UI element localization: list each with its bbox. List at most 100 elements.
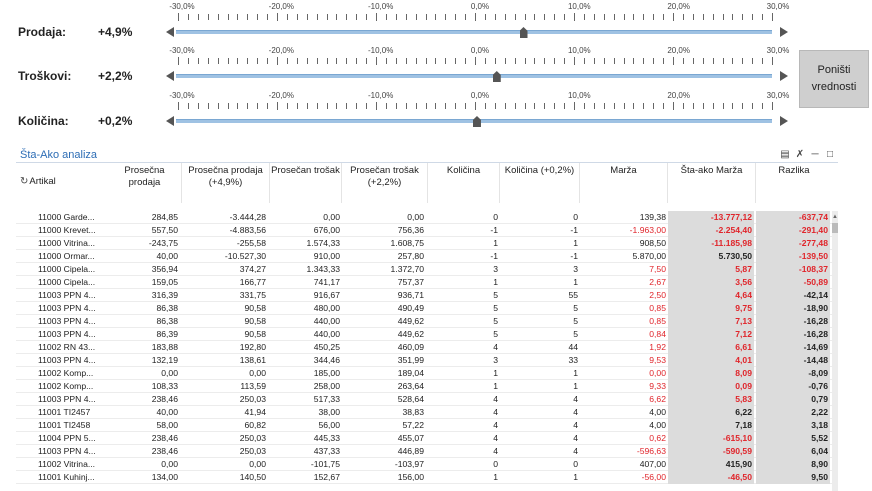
tick-mark [257,103,259,109]
tick-label: -10,0% [367,91,394,100]
tick-mark [197,103,199,109]
slider-thumb[interactable] [472,116,481,127]
column-header-difference[interactable]: Razlika [756,163,832,203]
tick-mark [524,58,526,64]
table-cell: 1 [493,472,498,482]
table-row[interactable]: 11001 TI2457 40,00 41,94 38,00 38,83 4 4 4,00 6,… [16,406,838,419]
table-row[interactable]: 11000 Cipela... 356,94 374,27 1.343,33 1.372… [16,263,838,276]
table-row[interactable]: 11003 PPN 4... 316,39 331,75 916,67 936,71 5 5… [16,289,838,302]
table-cell: 44 [568,342,578,352]
table-cell: 0,09 [668,380,754,393]
column-header-margin[interactable]: Marža [580,163,668,203]
table-cell: 528,64 [397,394,424,404]
slider-row-prodaja: Prodaja: +4,9% -30,0% -20,0% -10,0% 0,0% 10,… [0,0,790,40]
table-cell: 257,80 [397,251,424,261]
table-row[interactable]: 11003 PPN 4... 86,38 90,58 440,00 449,62 5 5 0,… [16,315,838,328]
minimize-icon[interactable]: ─ [809,149,821,160]
arrow-right-icon[interactable] [780,71,788,81]
table-cell: 0,85 [649,316,666,326]
arrow-right-icon[interactable] [780,27,788,37]
table-cell: 0 [573,212,578,222]
table-cell: 38,83 [402,407,424,417]
cell-artikal: 11003 PPN 4... [38,303,96,313]
table-row[interactable]: 11003 PPN 4... 132,19 138,61 344,46 351,99 3 3… [16,354,838,367]
table-row[interactable]: 11003 PPN 4... 86,38 90,58 480,00 490,49 5 5 0,… [16,302,838,315]
column-header-avg-sales-adj[interactable]: Prosečna prodaja (+4,9%) [182,163,270,203]
table-cell: -11.185,98 [668,237,754,250]
table-cell: -291,40 [756,224,830,237]
slider-thumb[interactable] [519,27,528,38]
table-row[interactable]: 11002 Komp... 0,00 0,00 185,00 189,04 1 1 0,00 8… [16,367,838,380]
table-cell: 4 [573,433,578,443]
column-header-quantity[interactable]: Količina [428,163,500,203]
tick-mark [712,103,714,109]
table-cell: 0 [573,459,578,469]
table-row[interactable]: 11003 PPN 4... 238,46 250,03 437,33 446,89 4 4… [16,445,838,458]
tick-mark [524,14,526,20]
tick-label: 20,0% [667,91,690,100]
clear-selection-icon[interactable]: ✗ [794,149,806,160]
table-cell: 3 [493,355,498,365]
table-row[interactable]: 11000 Cipela... 159,05 166,77 741,17 757,37 1… [16,276,838,289]
tick-mark [653,14,655,20]
arrow-left-icon[interactable] [166,116,174,126]
reset-values-button[interactable]: Poništi vrednosti [799,50,869,108]
tick-mark [296,14,298,20]
cell-artikal: 11003 PPN 4... [38,394,96,404]
refresh-icon[interactable]: ↻ [20,176,28,187]
tick-mark [633,14,635,20]
scrollbar-thumb[interactable] [832,223,838,233]
tick-mark [613,14,615,20]
cell-artikal: 11002 Vitrina... [38,459,96,469]
table-cell: 5 [493,290,498,300]
tick-mark [583,58,585,64]
table-cell: 9,33 [649,381,666,391]
table-row[interactable]: 11000 Garde... 284,85 -3.444,28 0,00 0,00 0 0 1… [16,211,838,224]
arrow-right-icon[interactable] [780,116,788,126]
table-row[interactable]: 11000 Vitrina... -243,75 -255,58 1.574,33 1.… [16,237,838,250]
tick-label: -10,0% [367,2,394,11]
arrow-left-icon[interactable] [166,71,174,81]
cell-artikal: 11003 PPN 4... [38,290,96,300]
arrow-left-icon[interactable] [166,27,174,37]
tick-mark [514,103,516,109]
tick-mark [623,58,625,64]
table-cell: -46,50 [668,471,754,484]
table-cell: 449,62 [397,329,424,339]
slider-track[interactable] [176,74,772,78]
slider-thumb[interactable] [492,71,501,82]
table-row[interactable]: 11000 Krevet... 557,50 -4.883,56 676,00 756,… [16,224,838,237]
table-row[interactable]: 11003 PPN 4... 238,46 250,03 517,33 528,64 4 4… [16,393,838,406]
column-header-artikal[interactable]: ↻Artikal [20,176,56,187]
table-row[interactable]: 11002 RN 43... 183,88 192,80 450,25 460,09 4 4… [16,341,838,354]
column-header-avg-cost[interactable]: Prosečan trošak [270,163,342,203]
tick-mark [643,14,645,20]
slider-track[interactable] [176,30,772,34]
scroll-up-icon[interactable]: ▲ [832,214,838,220]
table-row[interactable]: 11002 Vitrina... 0,00 0,00 -101,75 -103,97 0 0… [16,458,838,471]
column-header-quantity-adj[interactable]: Količina (+0,2%) [500,163,580,203]
tick-mark [465,103,467,109]
table-cell: 1 [493,368,498,378]
column-header-avg-sales[interactable]: Prosečna prodaja [108,163,182,203]
vertical-scrollbar[interactable] [832,211,838,491]
tick-label: -10,0% [367,46,394,55]
table-row[interactable]: 11001 TI2458 58,00 60,82 56,00 57,22 4 4 4,00 7,… [16,419,838,432]
table-row[interactable]: 11004 PPN 5... 238,46 250,03 445,33 455,07 4 4… [16,432,838,445]
table-row[interactable]: 11002 Komp... 108,33 113,59 258,00 263,64 1 1 9… [16,380,838,393]
table-row[interactable]: 11001 Kuhinj... 134,00 140,50 152,67 156,00 1… [16,471,838,484]
table-row[interactable]: 11000 Ormar... 40,00 -10.527,30 910,00 257,8… [16,250,838,263]
table-cell: 1.343,33 [306,264,340,274]
column-header-avg-cost-adj[interactable]: Prosečan trošak (+2,2%) [342,163,428,203]
tick-mark [574,102,575,110]
save-icon[interactable]: ▤ [779,149,791,160]
table-row[interactable]: 11003 PPN 4... 86,39 90,58 440,00 449,62 5 5 0,… [16,328,838,341]
column-header-whatif-margin[interactable]: Šta-ako Marža [668,163,756,203]
table-cell: 351,99 [397,355,424,365]
tick-mark [633,103,635,109]
tick-mark [742,58,744,64]
table-cell: 0,00 [407,212,424,222]
tick-mark [772,102,773,110]
table-cell: 331,75 [239,290,266,300]
maximize-icon[interactable]: □ [824,149,836,160]
